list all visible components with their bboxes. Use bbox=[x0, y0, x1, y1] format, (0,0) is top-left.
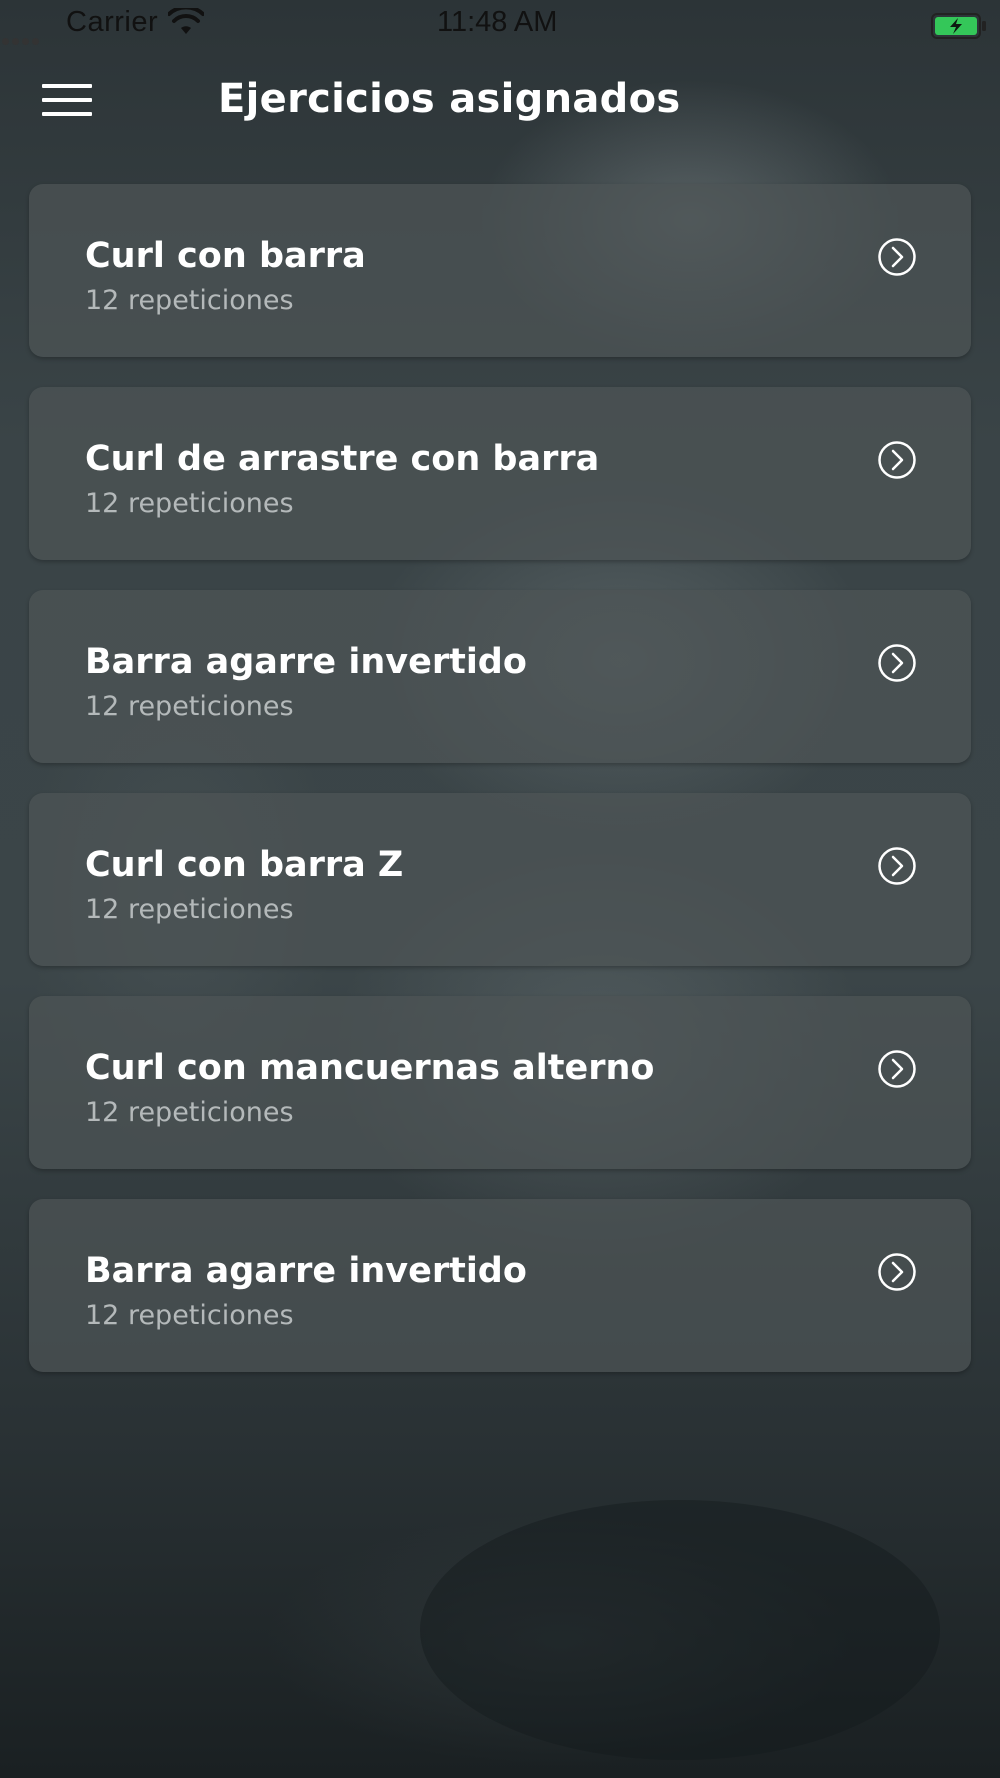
exercise-card[interactable]: Barra agarre invertido 12 repeticiones bbox=[29, 1199, 971, 1372]
exercise-card[interactable]: Curl con barra Z 12 repeticiones bbox=[29, 793, 971, 966]
exercise-name: Curl con mancuernas alterno bbox=[85, 1048, 655, 1088]
exercise-card[interactable]: Curl con barra 12 repeticiones bbox=[29, 184, 971, 357]
exercise-name: Barra agarre invertido bbox=[85, 1251, 527, 1291]
background-figure-shadow bbox=[420, 1500, 940, 1760]
chevron-right-circle-icon[interactable] bbox=[877, 643, 917, 683]
exercise-name: Barra agarre invertido bbox=[85, 642, 527, 682]
exercise-reps: 12 repeticiones bbox=[85, 894, 294, 925]
page-title: Ejercicios asignados bbox=[218, 76, 681, 122]
exercise-reps: 12 repeticiones bbox=[85, 285, 294, 316]
exercise-reps: 12 repeticiones bbox=[85, 1300, 294, 1331]
chevron-right-circle-icon[interactable] bbox=[877, 440, 917, 480]
status-time: 11:48 AM bbox=[437, 6, 558, 38]
exercise-reps: 12 repeticiones bbox=[85, 1097, 294, 1128]
signal-dots-icon bbox=[2, 20, 52, 45]
chevron-right-circle-icon[interactable] bbox=[877, 237, 917, 277]
exercise-card[interactable]: Curl con mancuernas alterno 12 repeticio… bbox=[29, 996, 971, 1169]
exercise-card[interactable]: Curl de arrastre con barra 12 repeticion… bbox=[29, 387, 971, 560]
battery-charging-icon bbox=[931, 13, 986, 39]
hamburger-menu-icon[interactable] bbox=[40, 82, 94, 118]
exercise-list: Curl con barra 12 repeticiones Curl de a… bbox=[29, 184, 971, 1402]
app-header: Ejercicios asignados bbox=[0, 60, 1000, 140]
exercise-card[interactable]: Barra agarre invertido 12 repeticiones bbox=[29, 590, 971, 763]
chevron-right-circle-icon[interactable] bbox=[877, 846, 917, 886]
wifi-icon bbox=[168, 8, 204, 34]
chevron-right-circle-icon[interactable] bbox=[877, 1252, 917, 1292]
exercise-name: Curl con barra Z bbox=[85, 845, 404, 885]
exercise-reps: 12 repeticiones bbox=[85, 691, 294, 722]
exercise-name: Curl de arrastre con barra bbox=[85, 439, 600, 479]
status-bar: Carrier 11:48 AM bbox=[0, 0, 1000, 48]
chevron-right-circle-icon[interactable] bbox=[877, 1049, 917, 1089]
exercise-reps: 12 repeticiones bbox=[85, 488, 294, 519]
status-carrier: Carrier bbox=[66, 6, 159, 38]
exercise-name: Curl con barra bbox=[85, 236, 366, 276]
